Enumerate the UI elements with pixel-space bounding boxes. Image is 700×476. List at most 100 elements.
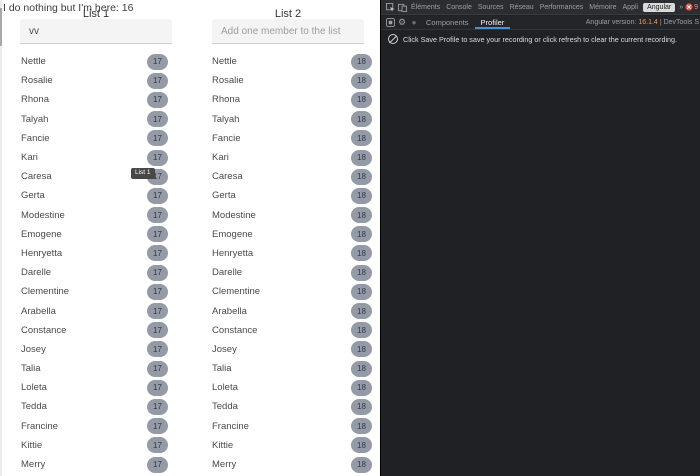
- list-item[interactable]: Rosalie18: [212, 71, 372, 90]
- member-name: Arabella: [212, 306, 247, 317]
- tab-elements[interactable]: Éléments: [408, 4, 443, 11]
- list2-add-member-input[interactable]: [212, 19, 364, 44]
- list-item[interactable]: Josey17: [21, 340, 168, 359]
- version-value: 16.1.4: [638, 19, 657, 26]
- list-item[interactable]: Rhona18: [212, 90, 372, 109]
- list-item[interactable]: Fancie17: [21, 129, 168, 148]
- list-item[interactable]: Emogene18: [212, 225, 372, 244]
- member-count-badge: 18: [351, 226, 372, 242]
- tab-performances[interactable]: Performances: [537, 4, 587, 11]
- tab-console[interactable]: Console: [443, 4, 475, 11]
- member-count-badge: 18: [351, 341, 372, 357]
- member-name: Talyah: [212, 114, 239, 125]
- member-count-badge: 18: [351, 188, 372, 204]
- list-item[interactable]: Kittie18: [212, 436, 372, 455]
- member-name: Fancie: [212, 133, 241, 144]
- list-item[interactable]: Talyah 17: [21, 110, 168, 129]
- tab-profiler[interactable]: Profiler: [475, 16, 511, 29]
- version-suffix: | DevTools S: [660, 19, 699, 26]
- list-item[interactable]: Gerta 17: [21, 186, 168, 205]
- member-name: Merry: [212, 459, 236, 470]
- list-item[interactable]: Darelle18: [212, 263, 372, 282]
- list-item[interactable]: Josey18: [212, 340, 372, 359]
- list1-add-member-input[interactable]: [20, 19, 172, 44]
- member-count-badge: 18: [351, 207, 372, 223]
- panel-icon[interactable]: [384, 17, 396, 29]
- left-scrollbar-thumb[interactable]: [0, 8, 2, 46]
- more-tabs-icon[interactable]: »: [677, 4, 685, 11]
- member-name: Modestine: [212, 210, 256, 221]
- members-app: I do nothing but I'm here: 16 List 1 Lis…: [0, 0, 380, 476]
- member-name: Tedda: [21, 401, 47, 412]
- record-icon[interactable]: ●: [408, 17, 420, 29]
- list-item[interactable]: Gerta18: [212, 186, 372, 205]
- member-name: Gerta: [21, 190, 45, 201]
- member-count-badge: 17: [147, 284, 168, 300]
- list-item[interactable]: Rhona17: [21, 90, 168, 109]
- list-item[interactable]: Henryetta17: [21, 244, 168, 263]
- list-item[interactable]: Modestine 18: [212, 206, 372, 225]
- member-count-badge: 17: [147, 111, 168, 127]
- tab-components[interactable]: Components: [420, 16, 475, 29]
- member-name: Nettle: [21, 56, 46, 67]
- devtools-tabbar: ÉlémentsConsoleSourcesRéseauPerformances…: [381, 0, 700, 15]
- tab-appli[interactable]: Appli: [620, 4, 642, 11]
- list-item[interactable]: Arabella17: [21, 301, 168, 320]
- list-item[interactable]: Francine18: [212, 417, 372, 436]
- list-item[interactable]: Talia17: [21, 359, 168, 378]
- list-item[interactable]: Talia 18: [212, 359, 372, 378]
- list-item[interactable]: Nettle18: [212, 52, 372, 71]
- list-item[interactable]: Henryetta18: [212, 244, 372, 263]
- member-count-badge: 17: [147, 188, 168, 204]
- tab-sources[interactable]: Sources: [475, 4, 507, 11]
- list-item[interactable]: Fancie18: [212, 129, 372, 148]
- member-count-badge: 18: [351, 303, 372, 319]
- list-item[interactable]: Kari18: [212, 148, 372, 167]
- inspect-element-icon[interactable]: [384, 1, 396, 13]
- member-count-badge: 17: [147, 245, 168, 261]
- list-item[interactable]: Nettle 17: [21, 52, 168, 71]
- list-item[interactable]: Clementine17: [21, 282, 168, 301]
- list-item[interactable]: Kari17: [21, 148, 168, 167]
- list-item[interactable]: Kittie17: [21, 436, 168, 455]
- member-name: Merry: [21, 459, 45, 470]
- device-toolbar-icon[interactable]: [396, 1, 408, 13]
- block-icon: [388, 34, 398, 44]
- member-count-badge: 17: [147, 54, 168, 70]
- profiler-info-bar: Click Save Profile to save your recordin…: [381, 31, 700, 47]
- list-item[interactable]: Constance17: [21, 321, 168, 340]
- member-name: Talyah: [21, 114, 48, 125]
- list-item[interactable]: Rosalie17: [21, 71, 168, 90]
- member-name: Tedda: [212, 401, 238, 412]
- tab-reseau[interactable]: Réseau: [507, 4, 537, 11]
- member-count-badge: 17: [147, 130, 168, 146]
- member-name: Rosalie: [212, 75, 244, 86]
- list-item[interactable]: Tedda17: [21, 397, 168, 416]
- member-name: Arabella: [21, 306, 56, 317]
- error-badge[interactable]: 9: [685, 3, 699, 11]
- member-name: Darelle: [21, 267, 51, 278]
- list-item[interactable]: Constance18: [212, 321, 372, 340]
- left-scrollbar[interactable]: [0, 0, 2, 476]
- list-item[interactable]: Modestine17: [21, 206, 168, 225]
- list-item[interactable]: Talyah18: [212, 110, 372, 129]
- list-item[interactable]: Arabella 18: [212, 301, 372, 320]
- member-name: Kari: [212, 152, 229, 163]
- member-name: Caresa: [212, 171, 243, 182]
- list-item[interactable]: Tedda 18: [212, 397, 372, 416]
- tab-memoire[interactable]: Mémoire: [586, 4, 619, 11]
- list-item[interactable]: Loleta17: [21, 378, 168, 397]
- list-item[interactable]: Caresa18: [212, 167, 372, 186]
- list-item[interactable]: Loleta18: [212, 378, 372, 397]
- list-item[interactable]: Francine17: [21, 417, 168, 436]
- list-item[interactable]: Merry18: [212, 455, 372, 474]
- list-item[interactable]: Merry17: [21, 455, 168, 474]
- gear-icon[interactable]: ⚙: [396, 17, 408, 29]
- member-count-badge: 18: [351, 361, 372, 377]
- tab-angular[interactable]: Angular: [643, 3, 675, 12]
- list-item[interactable]: Darelle17: [21, 263, 168, 282]
- list-item[interactable]: Clementine18: [212, 282, 372, 301]
- member-count-badge: 18: [351, 399, 372, 415]
- member-name: Talia: [212, 363, 232, 374]
- list-item[interactable]: Emogene17: [21, 225, 168, 244]
